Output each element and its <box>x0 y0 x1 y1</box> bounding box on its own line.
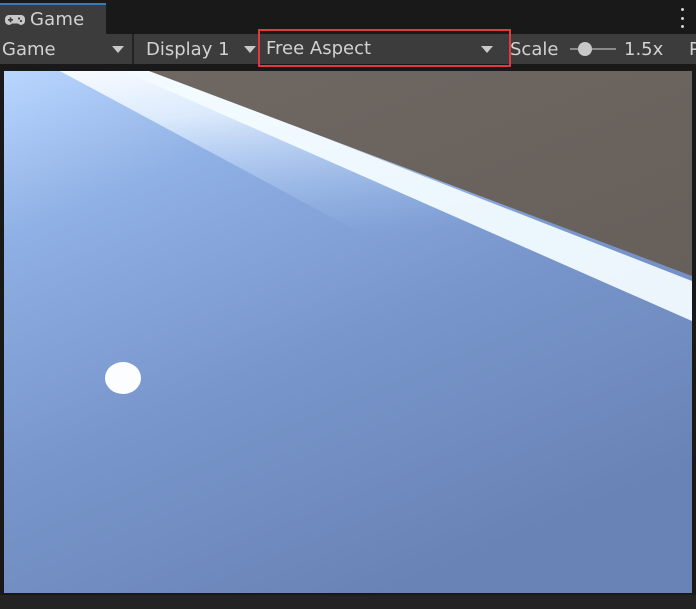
tab-label: Game <box>30 9 85 30</box>
scale-value: 1.5x <box>624 38 664 60</box>
gamepad-icon <box>4 13 26 27</box>
chevron-down-icon <box>244 46 256 53</box>
tab-game[interactable]: Game <box>0 3 106 34</box>
aspect-dropdown-label: Free Aspect <box>266 37 372 59</box>
scene-render <box>4 71 692 593</box>
chevron-down-icon <box>481 46 493 53</box>
kebab-menu-icon[interactable] <box>678 8 686 28</box>
game-view[interactable] <box>4 71 692 593</box>
slider-thumb[interactable] <box>578 42 592 56</box>
scale-slider[interactable] <box>570 42 616 56</box>
scale-label: Scale <box>510 38 559 60</box>
game-toolbar: Game Display 1 Free Aspect Scale 1.5x P <box>0 29 696 67</box>
view-dropdown[interactable]: Game <box>2 34 130 64</box>
view-dropdown-label: Game <box>2 38 56 60</box>
aspect-dropdown[interactable]: Free Aspect <box>258 29 511 67</box>
game-window: Game Game Display 1 Free Aspect Scale 1.… <box>0 0 696 609</box>
display-dropdown-label: Display 1 <box>146 38 230 60</box>
toolbar-divider <box>132 34 134 64</box>
bottom-border <box>0 595 696 609</box>
sun-disc <box>105 362 141 394</box>
slider-track <box>570 48 616 50</box>
display-dropdown[interactable]: Display 1 <box>146 34 258 64</box>
toolbar-overflow-label[interactable]: P <box>689 34 696 64</box>
chevron-down-icon <box>112 46 124 53</box>
